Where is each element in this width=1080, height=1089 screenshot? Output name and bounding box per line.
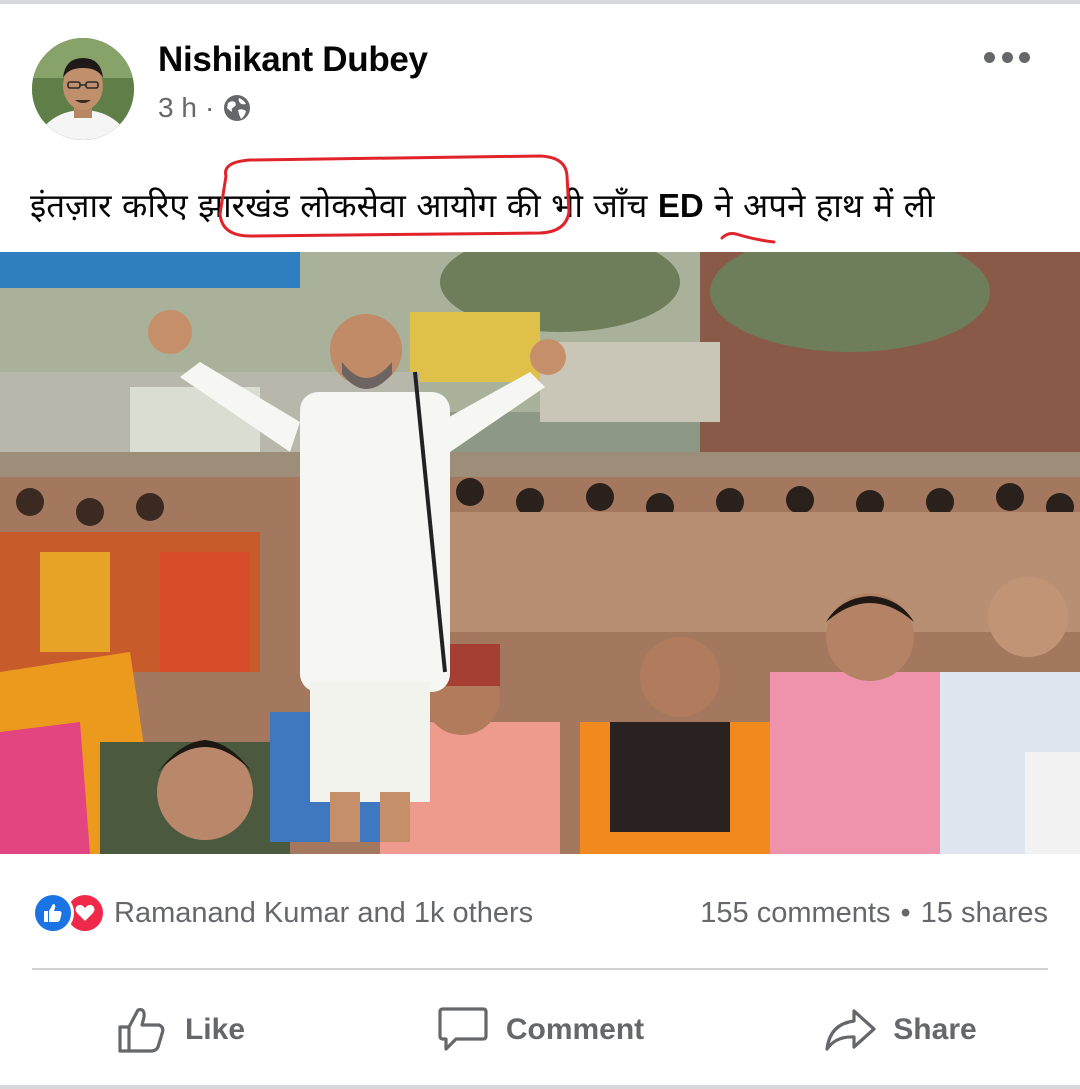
actions-divider bbox=[32, 968, 1048, 970]
like-label: Like bbox=[184, 1013, 246, 1046]
post-text-part3: ने अपने हाथ में ली bbox=[703, 186, 935, 225]
reactions-text: Ramanand Kumar and 1k others bbox=[114, 896, 534, 929]
comment-bubble-icon bbox=[438, 1007, 488, 1051]
comment-label: Comment bbox=[505, 1013, 645, 1046]
post-time[interactable]: 3 h bbox=[158, 92, 197, 124]
engagement-counts: 155 comments • 15 shares bbox=[700, 897, 1048, 930]
post-header: Nishikant Dubey 3 h · bbox=[32, 38, 1048, 140]
share-label: Share bbox=[893, 1013, 977, 1046]
top-border bbox=[0, 0, 1080, 4]
like-reaction-icon bbox=[32, 892, 74, 934]
meta-separator: · bbox=[204, 92, 215, 123]
comment-button[interactable]: Comment bbox=[360, 990, 720, 1070]
post-text: इंतज़ार करिए झारखंड लोकसेवा आयोग की भी ज… bbox=[30, 180, 1060, 232]
post-stats: Ramanand Kumar and 1k others 155 comment… bbox=[32, 890, 1048, 936]
share-button[interactable]: Share bbox=[720, 990, 1080, 1070]
share-arrow-icon bbox=[825, 1009, 876, 1051]
post-meta: 3 h · bbox=[158, 92, 252, 124]
action-bar: Like Comment Share bbox=[0, 990, 1080, 1070]
globe-icon bbox=[224, 95, 251, 121]
post-text-highlight: झारखंड लोकसेवा आयोग bbox=[198, 186, 497, 225]
counts-separator: • bbox=[900, 896, 911, 929]
shares-count[interactable]: 15 shares bbox=[921, 897, 1048, 929]
post-text-part1: इंतज़ार करिए bbox=[30, 186, 199, 225]
post-text-ed: ED bbox=[657, 187, 704, 224]
post-text-part2: की भी जाँच bbox=[496, 186, 658, 225]
like-button[interactable]: Like bbox=[0, 990, 360, 1070]
post-photo[interactable] bbox=[0, 252, 1080, 854]
avatar[interactable] bbox=[32, 38, 134, 140]
comments-count[interactable]: 155 comments bbox=[700, 897, 890, 929]
more-options-button[interactable] bbox=[984, 42, 1030, 72]
thumbs-up-icon bbox=[118, 1008, 165, 1053]
rally-photo-illustration bbox=[0, 252, 1080, 854]
author-name[interactable]: Nishikant Dubey bbox=[158, 40, 428, 80]
bottom-border bbox=[0, 1085, 1080, 1089]
more-horizontal-icon bbox=[984, 51, 995, 63]
reactions-summary[interactable]: Ramanand Kumar and 1k others bbox=[32, 892, 533, 934]
